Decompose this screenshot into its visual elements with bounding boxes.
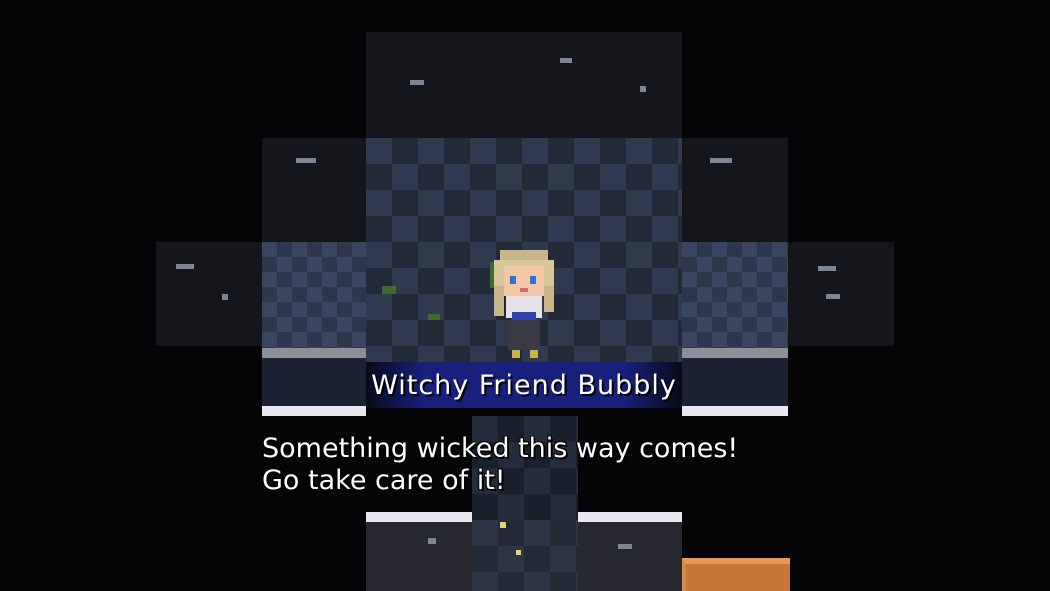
stone-wall: [682, 242, 788, 348]
stone-wall: [262, 242, 366, 348]
stone-speck: [410, 80, 424, 85]
dark-tile: [682, 138, 788, 242]
stone-ledge: [682, 348, 788, 358]
dark-tile: [788, 242, 894, 346]
speaker-name: Witchy Friend Bubbly: [371, 369, 677, 401]
stone-speck: [222, 294, 228, 300]
dialogue-line: Something wicked this way comes!: [262, 433, 739, 464]
stone-speck: [618, 544, 632, 549]
speaker-name-plate: Witchy Friend Bubbly: [366, 362, 682, 408]
stone-speck: [826, 294, 840, 299]
snow-ledge: [262, 406, 366, 416]
stone-speck: [428, 538, 436, 544]
witch-girl-sprite: [494, 250, 554, 358]
dialogue-line: Go take care of it!: [262, 465, 506, 496]
sparkle: [516, 550, 521, 555]
dialogue-box[interactable]: Something wicked this way comes! Go take…: [262, 433, 822, 497]
moss-patch: [428, 314, 440, 320]
snow-ledge: [578, 512, 682, 522]
stone-speck: [640, 86, 646, 92]
stone-speck: [176, 264, 194, 269]
dark-tile: [366, 32, 682, 138]
stone-speck: [296, 158, 316, 163]
moss-patch: [382, 286, 396, 294]
sparkle: [500, 522, 506, 528]
wooden-crate-sprite: [682, 558, 790, 591]
snow-ledge: [366, 512, 472, 522]
game-screen: Witchy Friend Bubbly Something wicked th…: [0, 0, 1050, 591]
ledge-shadow: [682, 358, 788, 406]
snow-ledge: [682, 406, 788, 416]
stone-speck: [560, 58, 572, 63]
dark-tile: [156, 242, 262, 346]
ledge-shadow: [262, 358, 366, 406]
stone-speck: [710, 158, 732, 163]
dark-tile: [262, 138, 366, 242]
stone-ledge: [262, 348, 366, 358]
stone-speck: [818, 266, 836, 271]
